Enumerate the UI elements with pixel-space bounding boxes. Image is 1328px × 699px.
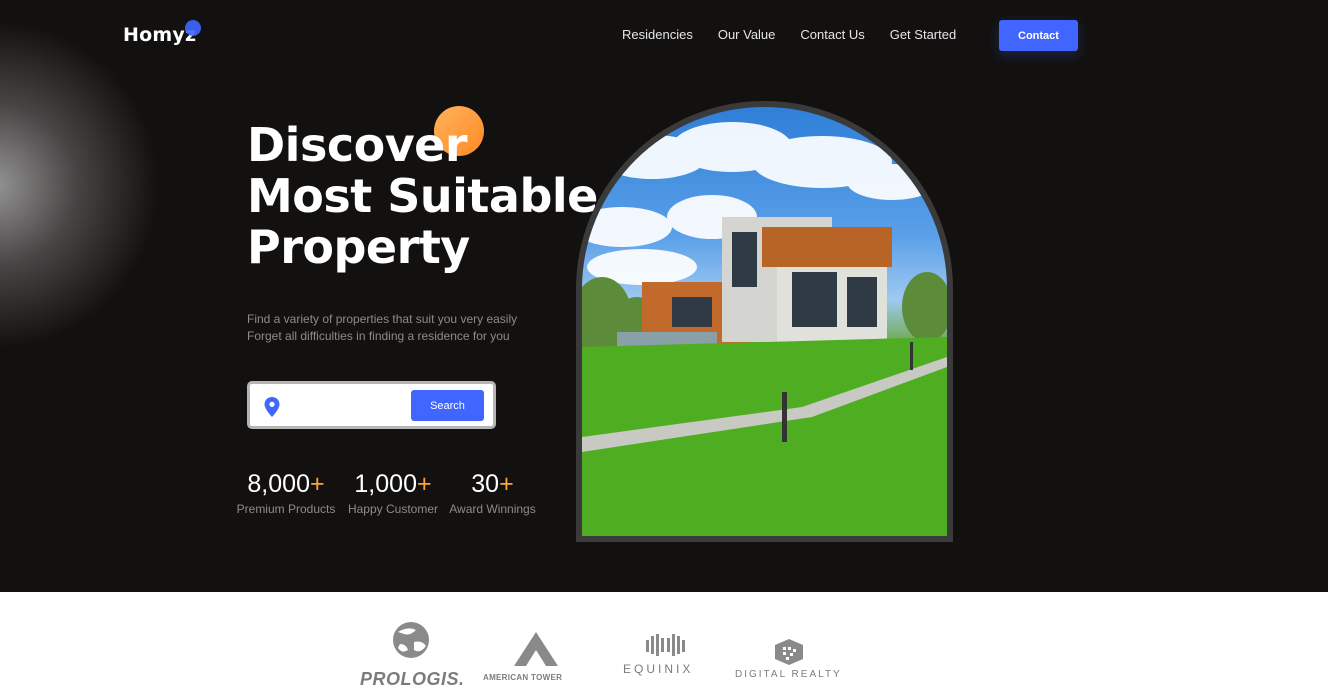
stat-value: 30 xyxy=(471,470,500,498)
stat-happy-customer: 1,000+ Happy Customer xyxy=(343,470,443,516)
stat-plus: + xyxy=(416,470,432,498)
hero-headline: Discover Most Suitable Property xyxy=(247,120,598,273)
subtext-line-2: Forget all difficulties in finding a res… xyxy=(247,329,510,343)
digital-realty-cube-icon xyxy=(775,639,803,665)
hero-section: Homyz Residencies Our Value Contact Us G… xyxy=(0,0,1328,592)
equinix-bars-icon xyxy=(646,634,685,656)
headline-line-1: Discover xyxy=(247,118,468,172)
nav-residencies[interactable]: Residencies xyxy=(622,27,693,42)
search-input[interactable] xyxy=(290,392,408,418)
main-nav: Residencies Our Value Contact Us Get Sta… xyxy=(622,27,981,42)
house-image xyxy=(582,107,947,536)
stat-label: Award Winnings xyxy=(449,502,536,516)
brand-prologis-name: PROLOGIS. xyxy=(360,669,465,689)
nav-our-value[interactable]: Our Value xyxy=(718,27,776,42)
tower-icon xyxy=(514,632,558,666)
stat-plus: + xyxy=(499,470,514,498)
globe-icon xyxy=(393,622,429,658)
nav-contact-us[interactable]: Contact Us xyxy=(800,27,864,42)
hero-glow xyxy=(0,20,160,350)
brand-digital-realty-name: DIGITAL REALTY xyxy=(735,669,842,680)
contact-button[interactable]: Contact xyxy=(999,20,1078,51)
headline-line-3: Property xyxy=(247,220,470,274)
stat-label: Premium Products xyxy=(236,502,336,516)
stat-premium-products: 8,000+ Premium Products xyxy=(234,470,338,516)
subtext-line-1: Find a variety of properties that suit y… xyxy=(247,312,518,326)
stat-value: 1,000 xyxy=(354,470,417,498)
stat-label: Happy Customer xyxy=(347,502,439,516)
brands-section: PROLOGIS. AMERICAN TOWER EQUINIX DIGITAL… xyxy=(0,592,1328,699)
stat-value: 8,000 xyxy=(247,470,310,498)
brand-equinix-name: EQUINIX xyxy=(623,662,694,676)
brand-american-tower-name: AMERICAN TOWER xyxy=(483,673,563,682)
search-button[interactable]: Search xyxy=(411,390,484,421)
house-illustration xyxy=(582,122,947,536)
map-pin-icon xyxy=(264,397,280,417)
nav-get-started[interactable]: Get Started xyxy=(890,27,956,42)
stat-award-winnings: 30+ Award Winnings xyxy=(445,470,540,516)
logo-dot xyxy=(185,20,201,36)
hero-image-frame xyxy=(576,101,953,542)
hero-subtext: Find a variety of properties that suit y… xyxy=(247,311,517,345)
headline-line-2: Most Suitable xyxy=(247,169,598,223)
stat-plus: + xyxy=(309,470,325,498)
search-bar: Search xyxy=(247,381,496,429)
